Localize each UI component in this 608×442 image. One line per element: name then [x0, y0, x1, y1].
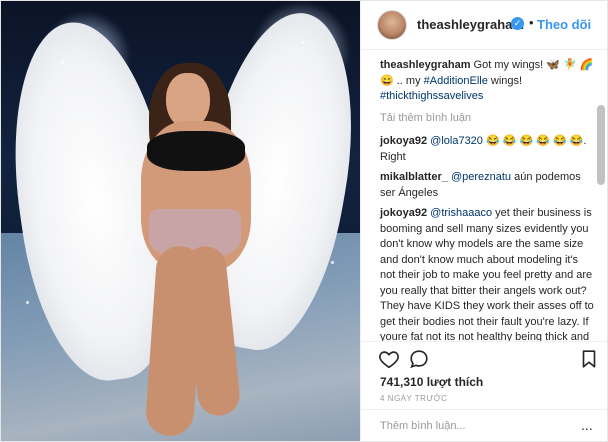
- verified-badge-icon: ✓: [511, 17, 524, 30]
- bookmark-icon[interactable]: [578, 348, 600, 370]
- comment-username[interactable]: jokoya92: [380, 135, 427, 147]
- caption: theashleygraham Got my wings! 🦋 🧚 🌈 😄 ..…: [380, 58, 594, 105]
- comments-scrollbar[interactable]: [597, 105, 605, 185]
- comment-icon[interactable]: [408, 348, 430, 370]
- heart-icon[interactable]: [378, 348, 400, 370]
- follow-button[interactable]: Theo dõi: [537, 17, 591, 32]
- comment-username[interactable]: mikalblatter_: [380, 171, 448, 183]
- hashtag-link[interactable]: #thickthighssavelives: [380, 90, 483, 102]
- add-comment-bar: Thêm bình luận... ...: [361, 409, 607, 441]
- caption-text: Got my wings! 🦋 🧚 🌈: [473, 59, 594, 71]
- separator-dot: •: [529, 15, 534, 30]
- more-options-icon[interactable]: ...: [581, 417, 593, 433]
- caption-text-2: 😄 .. my: [380, 74, 424, 87]
- post-actions: [361, 341, 607, 374]
- post-modal: theashleygraham ✓ • Theo dõi theashleygr…: [0, 0, 608, 442]
- post-timestamp[interactable]: 4 NGÀY TRƯỚC: [380, 394, 447, 403]
- caption-username[interactable]: theashleygraham: [380, 59, 470, 71]
- hashtag-link[interactable]: #AdditionElle: [424, 75, 488, 87]
- caption-text-3: wings!: [487, 74, 523, 87]
- comments-section[interactable]: theashleygraham Got my wings! 🦋 🧚 🌈 😄 ..…: [361, 50, 607, 341]
- comment: jokoya92 @trishaaaco yet their business …: [380, 206, 594, 341]
- load-more-comments[interactable]: Tải thêm bình luận: [380, 111, 594, 127]
- like-count[interactable]: 741,310 lượt thích: [380, 375, 483, 389]
- comment: mikalblatter_ @pereznatu aún podemos ser…: [380, 170, 594, 201]
- username[interactable]: theashleygraham: [417, 17, 524, 32]
- post-photo[interactable]: [1, 1, 360, 441]
- avatar[interactable]: [377, 10, 407, 40]
- mention-link[interactable]: @lola7320: [430, 135, 483, 147]
- add-comment-input[interactable]: Thêm bình luận...: [380, 420, 466, 432]
- comment: jokoya92 @lola7320 😂 😂 😂 😂 😂 😂. Right: [380, 134, 594, 165]
- mention-link[interactable]: @trishaaaco: [430, 207, 492, 219]
- comment-username[interactable]: jokoya92: [380, 207, 427, 219]
- mention-link[interactable]: @pereznatu: [451, 171, 511, 183]
- post-side-panel: theashleygraham ✓ • Theo dõi theashleygr…: [360, 1, 607, 441]
- post-header: theashleygraham ✓ • Theo dõi: [361, 1, 607, 50]
- comment-text: yet their business is booming and sell m…: [380, 207, 594, 341]
